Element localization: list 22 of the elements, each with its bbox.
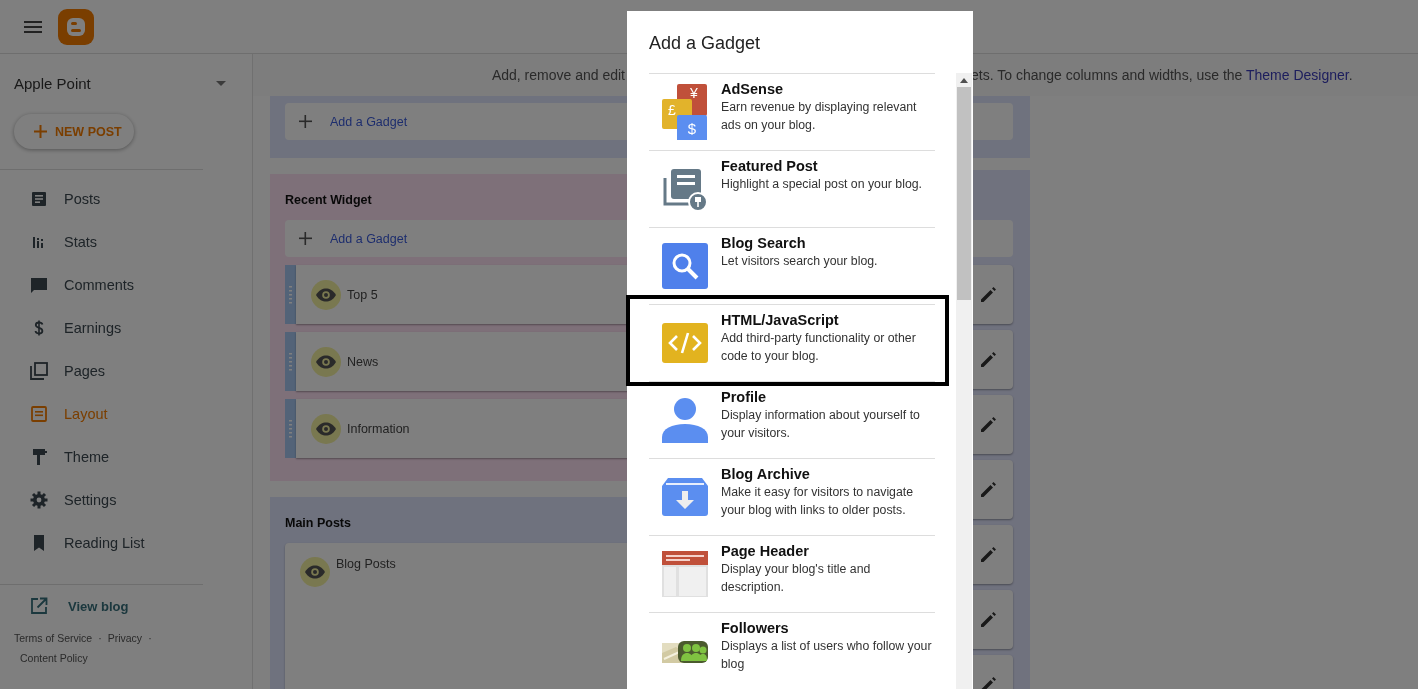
gadget-title: AdSense: [721, 81, 785, 97]
section-title: Recent Widget: [285, 192, 373, 209]
section-title: Main Posts: [285, 515, 352, 532]
gadget-description: Add third-party functionality or other code to your blog.: [721, 330, 917, 365]
separator-dot: ·: [148, 632, 152, 644]
separator-dot: ·: [98, 632, 102, 644]
gadget-title: Featured Post: [721, 158, 819, 174]
gadget-title: HTML/JavaScript: [721, 312, 840, 328]
gadget-description: Highlight a special post on your blog.: [721, 176, 923, 193]
gadget-description: Display your blog's title and description.: [721, 561, 872, 596]
info-text: Add, remove and edit: [491, 67, 625, 83]
gadget-title: Profile: [721, 389, 768, 405]
gadget-description: Earn revenue by displaying relevant ads on your blog.: [721, 99, 918, 134]
gadget-description: Display information about yourself to your visitors.: [721, 407, 921, 442]
gadget-title: Followers: [721, 620, 790, 636]
gadget-title: Blog Search: [721, 235, 807, 251]
gadget-title: Blog Archive: [721, 466, 811, 482]
gadget-title: Page Header: [721, 543, 810, 559]
gadget-description: Displays a list of users who follow your blog: [721, 638, 933, 673]
gadget-description: Make it easy for visitors to navigate your blog with links to older posts.: [721, 484, 915, 519]
gadget-description: Let visitors search your blog.: [721, 253, 879, 270]
dialog-title: Add a Gadget: [648, 32, 762, 55]
